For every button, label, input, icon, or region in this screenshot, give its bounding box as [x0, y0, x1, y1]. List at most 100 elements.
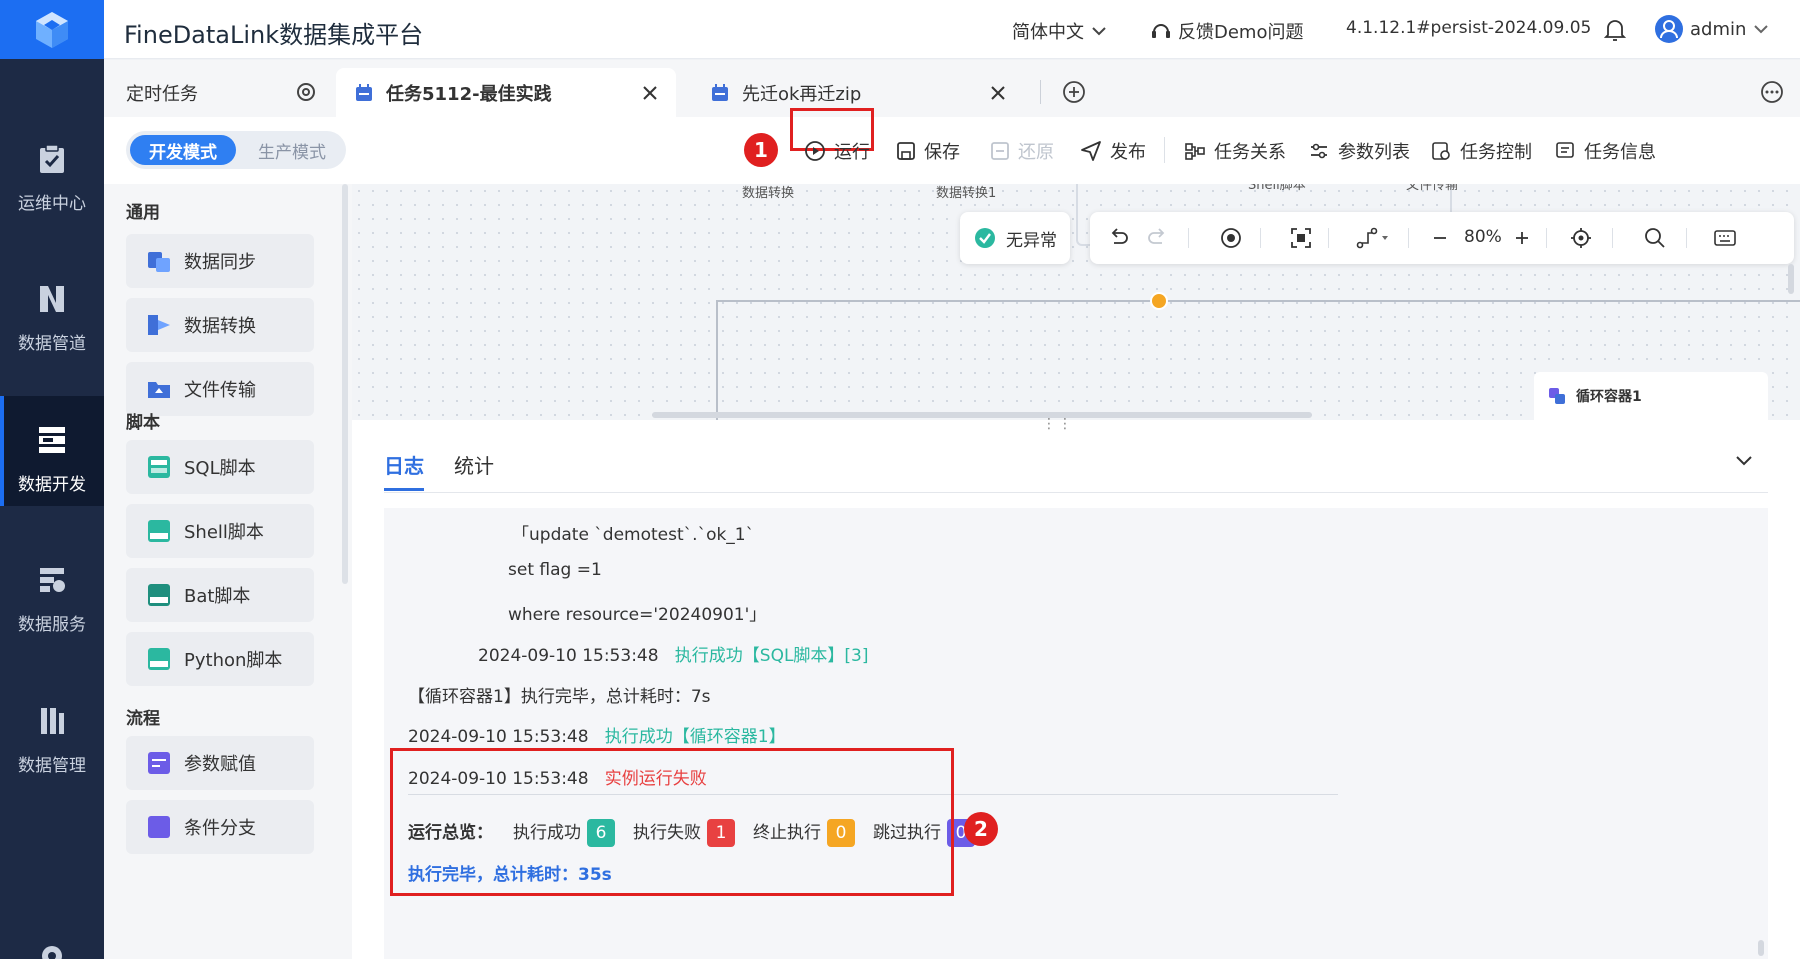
zoom-out-icon[interactable]: [1432, 230, 1448, 246]
loop-container-node[interactable]: 循环容器1: [1534, 372, 1768, 420]
mode-switch: 开发模式 生产模式: [126, 131, 346, 169]
group-flow: 流程: [126, 709, 160, 729]
nav-label: 运维中心: [18, 194, 86, 214]
relations-label: 任务关系: [1214, 142, 1286, 163]
python-icon: [148, 648, 170, 670]
connector-style-icon[interactable]: [1356, 227, 1392, 249]
publish-button[interactable]: 发布: [1080, 139, 1146, 163]
log-line: set flag =1: [508, 560, 602, 580]
component-label: Bat脚本: [184, 586, 251, 607]
component-label: 文件传输: [184, 380, 256, 401]
component-condition-branch[interactable]: 条件分支: [126, 800, 314, 854]
info-label: 任务信息: [1584, 142, 1656, 163]
status-pill[interactable]: 无异常: [960, 212, 1070, 264]
branch-icon: [148, 816, 170, 838]
sliders-icon: [1311, 143, 1327, 159]
component-sql-script[interactable]: SQL脚本: [126, 440, 314, 494]
lock-node-icon[interactable]: [1150, 292, 1168, 310]
node-label: 数据转换1: [936, 186, 997, 201]
restore-button[interactable]: 还原: [990, 139, 1054, 163]
component-label: 参数赋值: [184, 754, 256, 775]
canvas-h-scrollbar[interactable]: [652, 412, 1312, 418]
component-param-assign[interactable]: 参数赋值: [126, 736, 314, 790]
param-list-button[interactable]: 参数列表: [1308, 139, 1410, 163]
settings-gear-icon[interactable]: [294, 80, 318, 104]
log-scrollbar[interactable]: [1758, 940, 1764, 956]
task-relations-button[interactable]: 任务关系: [1184, 139, 1286, 163]
eye-icon[interactable]: [1220, 227, 1242, 249]
add-tab-icon[interactable]: [1062, 80, 1086, 104]
log-line: where resource='20240901'」: [508, 605, 767, 625]
component-data-sync[interactable]: 数据同步: [126, 234, 314, 288]
language-select[interactable]: 简体中文: [1012, 18, 1108, 44]
headset-icon: [1152, 24, 1170, 38]
nav-item-manage[interactable]: 数据管理: [0, 677, 104, 787]
mode-dev-button[interactable]: 开发模式: [130, 135, 236, 165]
run-button[interactable]: 运行: [804, 139, 870, 163]
tab-log[interactable]: 日志: [384, 450, 424, 479]
group-general: 通用: [126, 203, 160, 223]
nav-item-pipeline[interactable]: 数据管道: [0, 255, 104, 365]
tab-label: 先迁ok再迁zip: [742, 83, 862, 105]
calendar-task-icon: [356, 83, 372, 101]
task-tabbar: 定时任务 任务5112-最佳实践 先迁ok再迁zip: [104, 60, 1800, 117]
component-shell-script[interactable]: Shell脚本: [126, 504, 314, 558]
notification-bell[interactable]: [1604, 18, 1626, 42]
restore-label: 还原: [1018, 142, 1054, 163]
mode-prod-button[interactable]: 生产模式: [242, 135, 342, 165]
close-icon[interactable]: [990, 85, 1006, 101]
resize-handle[interactable]: ⋮⋮: [1042, 416, 1074, 432]
task-info-button[interactable]: 任务信息: [1554, 139, 1656, 163]
avatar-icon: [1655, 15, 1683, 43]
node-label: Shell脚本: [1248, 184, 1306, 193]
language-label: 简体中文: [1012, 22, 1084, 43]
user-menu[interactable]: admin: [1654, 14, 1770, 44]
redo-icon[interactable]: [1146, 228, 1168, 248]
component-data-transform[interactable]: 数据转换: [126, 298, 314, 352]
control-label: 任务控制: [1460, 142, 1532, 163]
save-label: 保存: [924, 142, 960, 163]
cube-logo-icon: [36, 11, 68, 48]
nav-item-ops[interactable]: 运维中心: [0, 115, 104, 225]
undo-icon[interactable]: [1108, 228, 1130, 248]
nav-label: 数据开发: [18, 475, 86, 495]
bell-icon: [1604, 20, 1626, 41]
save-button[interactable]: 保存: [896, 139, 960, 163]
left-nav: 运维中心 数据管道 数据开发 数据服务 数据管理: [0, 0, 104, 959]
tab-scheduled[interactable]: 定时任务: [126, 68, 286, 117]
restore-icon: [991, 142, 1009, 160]
component-bat-script[interactable]: Bat脚本: [126, 568, 314, 622]
nav-item-service[interactable]: 数据服务: [0, 536, 104, 646]
tab-stats[interactable]: 统计: [454, 450, 494, 479]
run-label: 运行: [834, 142, 870, 163]
component-python-script[interactable]: Python脚本: [126, 632, 314, 686]
panel-scrollbar[interactable]: [342, 184, 348, 584]
pipeline-icon: [40, 286, 64, 312]
gear-icon[interactable]: [38, 942, 66, 959]
check-circle-icon: [975, 228, 995, 248]
params-label: 参数列表: [1338, 142, 1410, 163]
username: admin: [1690, 18, 1747, 40]
collapse-chevron-icon[interactable]: [1734, 454, 1754, 468]
task-control-button[interactable]: 任务控制: [1430, 139, 1532, 163]
search-icon[interactable]: [1644, 227, 1666, 249]
version-text: 4.1.12.1#persist-2024.09.05: [1346, 18, 1592, 38]
logo[interactable]: [0, 0, 104, 59]
dev-stack-icon: [39, 427, 65, 453]
canvas-v-scrollbar[interactable]: [1788, 264, 1794, 294]
close-icon[interactable]: [642, 85, 658, 101]
nav-item-dev[interactable]: 数据开发: [0, 396, 104, 506]
fit-screen-icon[interactable]: [1290, 227, 1312, 249]
keyboard-icon[interactable]: [1714, 229, 1736, 247]
locate-icon[interactable]: [1570, 227, 1592, 249]
flow-canvas[interactable]: 数据转换 数据转换1 Shell脚本 文件传输 无异常 80% 循环容器1: [352, 184, 1800, 420]
shell-icon: [148, 520, 170, 542]
calendar-task-icon: [712, 83, 728, 101]
tab-task-5112[interactable]: 任务5112-最佳实践: [336, 68, 676, 117]
feedback-link[interactable]: 反馈Demo问题: [1150, 18, 1303, 44]
bat-icon: [148, 584, 170, 606]
log-success-msg: 执行成功【循环容器1】: [604, 727, 786, 747]
more-icon[interactable]: [1760, 80, 1784, 104]
param-assign-icon: [148, 752, 170, 774]
zoom-in-icon[interactable]: [1514, 230, 1530, 246]
